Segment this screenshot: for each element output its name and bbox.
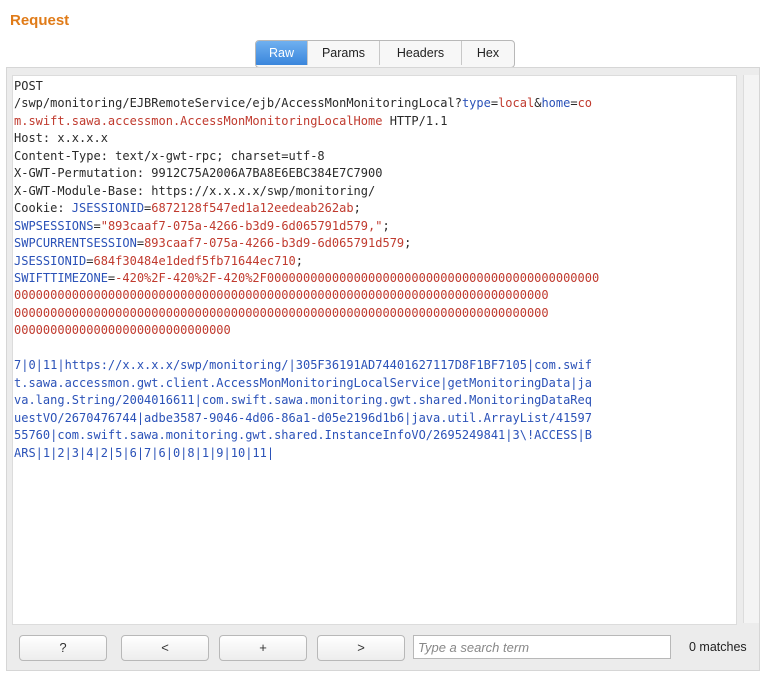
header-gwt-permutation: X-GWT-Permutation: 9912C75A2006A7BA8E6EB… bbox=[14, 166, 383, 181]
add-button[interactable]: + bbox=[219, 635, 307, 661]
cookie-name: JSESSIONID bbox=[71, 201, 145, 216]
vertical-scrollbar[interactable] bbox=[743, 75, 759, 623]
http-protocol: HTTP/1.1 bbox=[382, 113, 448, 128]
query-value-home: co bbox=[577, 96, 593, 111]
query-value-type: local bbox=[498, 96, 535, 111]
cookie-value-cont: 0000000000000000000000000000000000000000… bbox=[14, 305, 549, 320]
http-method: POST bbox=[14, 79, 43, 93]
request-body-line: 7|0|11|https://x.x.x.x/swp/monitoring/|3… bbox=[14, 358, 592, 373]
cookie-name: SWPCURRENTSESSION bbox=[14, 236, 137, 251]
cookie-value: -420%2F-420%2F-420%2F0000000000000000000… bbox=[115, 270, 600, 285]
request-body-line: uestVO/2670476744|adbe3587-9046-4d06-86a… bbox=[14, 410, 592, 425]
cookie-value-cont: 0000000000000000000000000000000000000000… bbox=[14, 288, 549, 303]
query-key-type: type bbox=[461, 96, 491, 111]
match-count: 0 matches bbox=[689, 640, 747, 654]
cookie-name: JSESSIONID bbox=[14, 253, 87, 268]
tab-raw[interactable]: Raw bbox=[256, 41, 308, 65]
header-content-type: Content-Type: text/x-gwt-rpc; charset=ut… bbox=[14, 148, 325, 163]
cookie-name: SWPSESSIONS bbox=[14, 218, 94, 233]
cookie-label: Cookie: bbox=[14, 201, 72, 216]
search-input[interactable] bbox=[413, 635, 671, 659]
request-body-line: va.lang.String/2004016611|com.swift.sawa… bbox=[14, 393, 592, 408]
view-tabs: Raw Params Headers Hex bbox=[255, 40, 515, 68]
cookie-value: 893caaf7-075a-4266-b3d9-6d065791d579 bbox=[144, 236, 405, 251]
cookie-value: 684f30484e1dedf5fb71644ec710 bbox=[93, 253, 296, 268]
header-host: Host: x.x.x.x bbox=[14, 131, 108, 146]
tab-headers[interactable]: Headers bbox=[380, 41, 462, 65]
search-toolbar: ? < + > 0 matches bbox=[7, 630, 759, 666]
cookie-name: SWIFTTIMEZONE bbox=[14, 270, 108, 285]
request-body-line: 55760|com.swift.sawa.monitoring.gwt.shar… bbox=[14, 428, 592, 443]
panel-title: Request bbox=[10, 12, 70, 29]
cookie-value-cont: 000000000000000000000000000000 bbox=[14, 323, 231, 338]
raw-request-editor[interactable]: POST /swp/monitoring/EJBRemoteService/ej… bbox=[12, 75, 737, 625]
cookie-value: "893caaf7-075a-4266-b3d9-6d065791d579," bbox=[100, 218, 383, 233]
tab-params[interactable]: Params bbox=[308, 41, 380, 65]
query-value-home-cont: m.swift.sawa.accessmon.AccessMonMonitori… bbox=[14, 113, 383, 128]
query-key-home: home bbox=[541, 96, 571, 111]
request-panel: POST /swp/monitoring/EJBRemoteService/ej… bbox=[6, 67, 760, 671]
header-gwt-module-base: X-GWT-Module-Base: https://x.x.x.x/swp/m… bbox=[14, 183, 376, 198]
request-body-line: ARS|1|2|3|4|2|5|6|7|6|0|8|1|9|10|11| bbox=[14, 445, 275, 460]
next-match-button[interactable]: > bbox=[317, 635, 405, 661]
raw-request-text: POST /swp/monitoring/EJBRemoteService/ej… bbox=[14, 79, 600, 460]
tab-hex[interactable]: Hex bbox=[462, 41, 514, 65]
help-button[interactable]: ? bbox=[19, 635, 107, 661]
request-path: /swp/monitoring/EJBRemoteService/ejb/Acc… bbox=[14, 96, 462, 111]
cookie-value: 6872128f547ed1a12eedeab262ab bbox=[151, 201, 354, 216]
previous-match-button[interactable]: < bbox=[121, 635, 209, 661]
request-body-line: t.sawa.accessmon.gwt.client.AccessMonMon… bbox=[14, 375, 592, 390]
